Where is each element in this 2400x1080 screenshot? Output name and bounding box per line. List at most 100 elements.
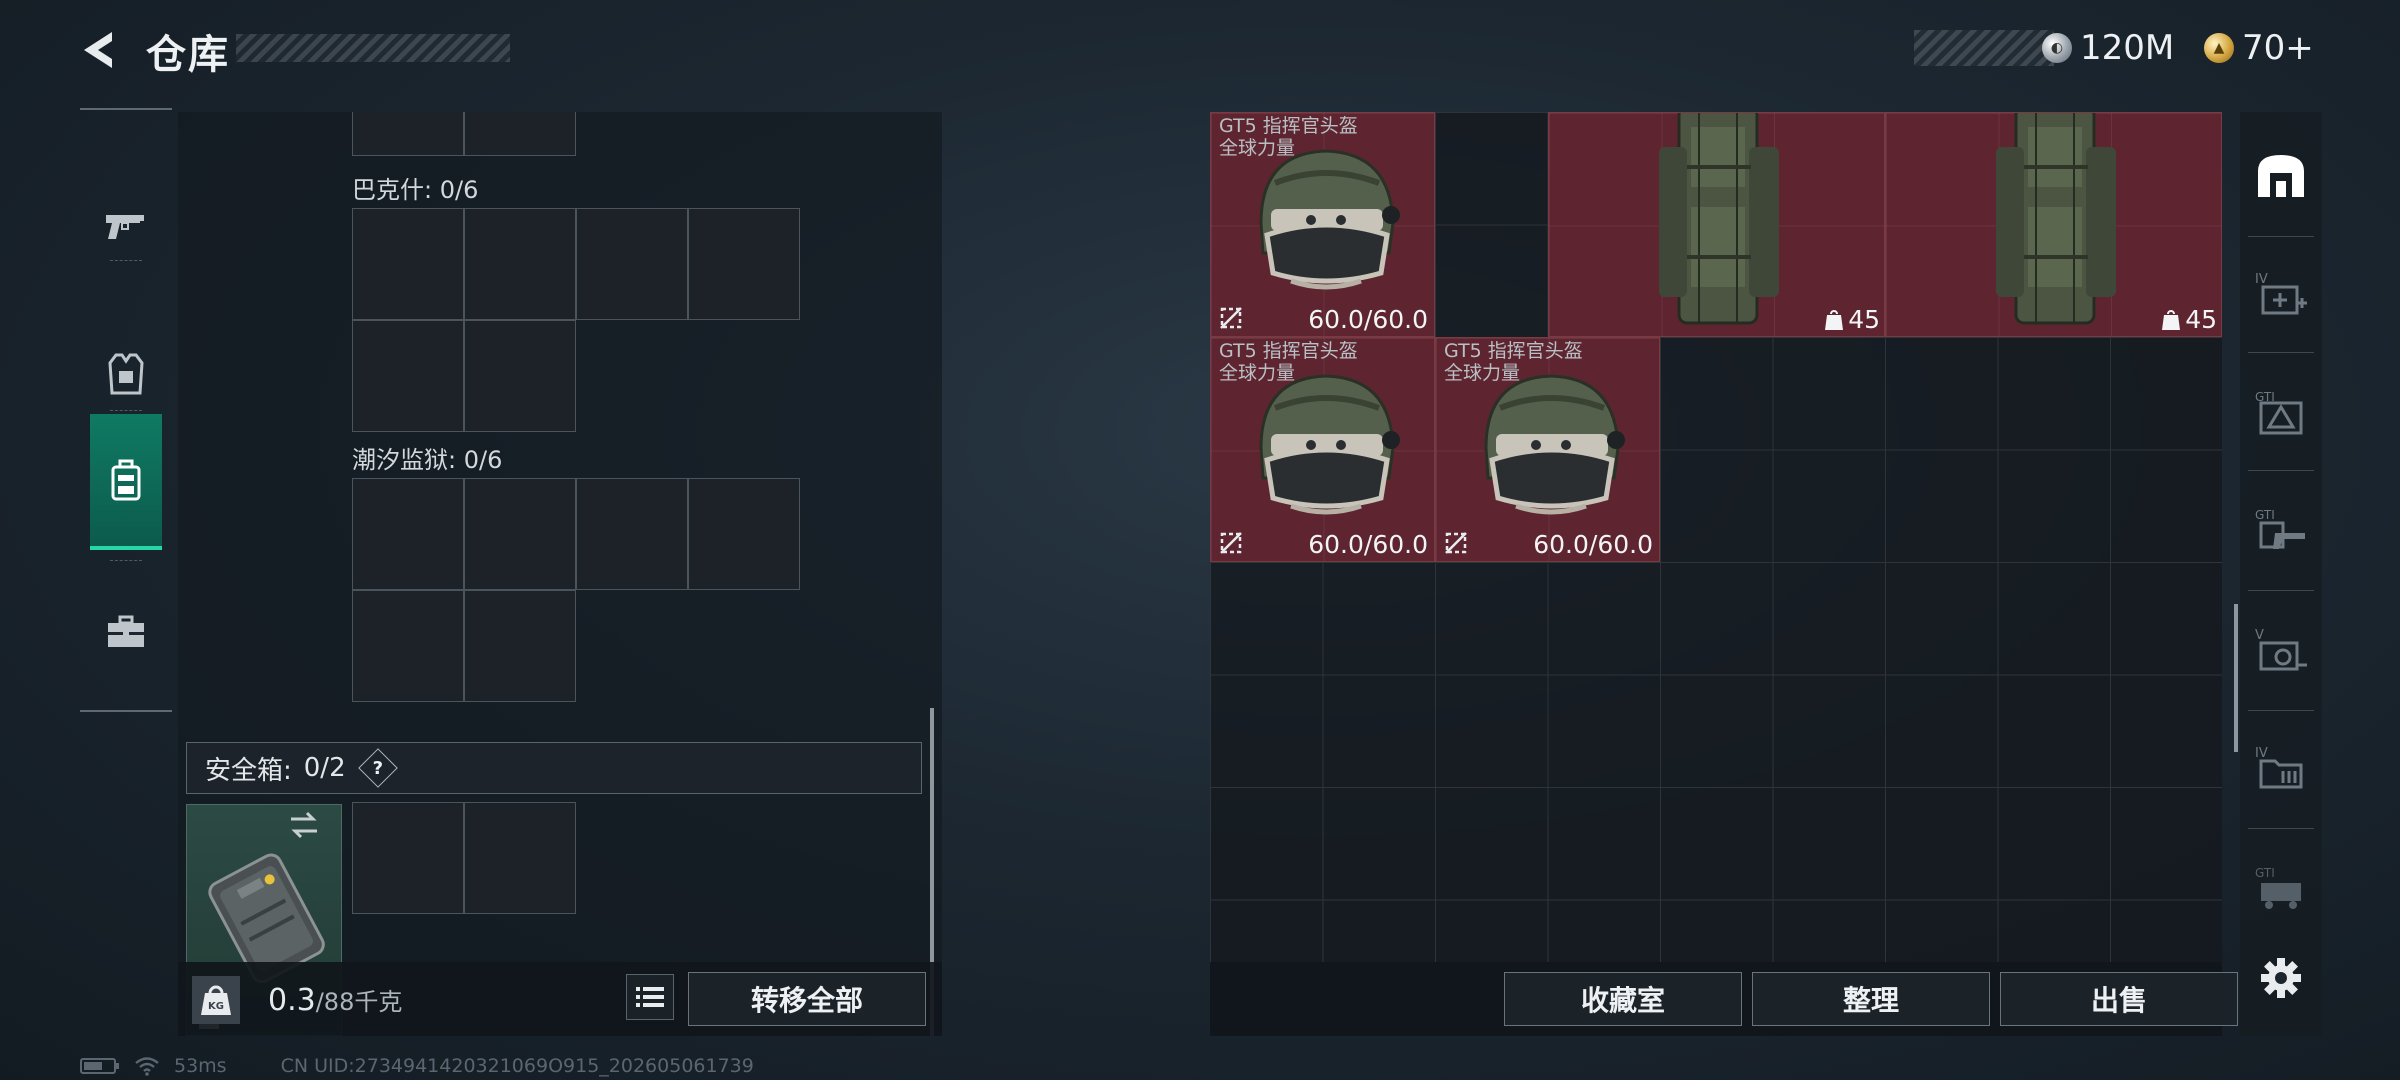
settings-button[interactable] <box>2240 922 2322 1034</box>
tab-main-warehouse[interactable] <box>2240 120 2322 232</box>
toolbox-icon <box>108 615 144 647</box>
gear-icon <box>2261 958 2301 998</box>
inventory-item-helmet[interactable]: GT5 指挥官头盔 全球力量 60.0/60.0 <box>1435 337 1660 562</box>
section-label-bakesh: 巴克什: 0/6 <box>352 176 479 204</box>
tab-storage-2[interactable]: IV <box>2240 238 2322 350</box>
storage-slot[interactable] <box>464 590 576 702</box>
weight-icon: KG <box>192 976 240 1024</box>
helmet-icon <box>1259 149 1400 290</box>
inventory-grid[interactable]: GT5 指挥官头盔 全球力量 60.0/60.0 45 45 GT5 指挥官头盔… <box>1210 112 2222 962</box>
ping-readout: 53ms <box>174 1055 227 1077</box>
safe-box-slot[interactable] <box>464 802 576 914</box>
rifle-tab-icon: GTI <box>2255 508 2305 549</box>
currency-silver[interactable]: ◐ 120M <box>2042 28 2175 68</box>
status-bar: 53ms CN UID:2734941420321069O915_2026050… <box>80 1054 754 1078</box>
storage-slot[interactable] <box>576 478 688 590</box>
back-button[interactable] <box>76 26 124 74</box>
no-repair-icon <box>1445 532 1467 554</box>
battery-icon <box>80 1058 119 1074</box>
rail-divider <box>110 560 142 561</box>
pistol-icon <box>106 215 144 239</box>
wifi-icon <box>135 1057 159 1076</box>
helmet-icon <box>1259 374 1400 515</box>
list-view-button[interactable] <box>626 974 674 1020</box>
item-capacity: 45 <box>1824 305 1880 334</box>
weight-current: 0.3 <box>268 983 316 1018</box>
item-subtitle: 全球力量 <box>1444 362 1521 384</box>
item-name: GT5 指挥官头盔 <box>1219 115 1358 137</box>
item-name: GT5 指挥官头盔 <box>1444 340 1583 362</box>
storage-slot[interactable] <box>688 208 800 320</box>
collection-button[interactable]: 收藏室 <box>1504 972 1742 1026</box>
storage-slot[interactable] <box>576 208 688 320</box>
svg-text:IV: IV <box>2255 272 2268 287</box>
uid-text: CN UID:2734941420321069O915_202605061739 <box>280 1055 754 1077</box>
storage-panel: 巴克什: 0/6 潮汐监狱: 0/6 安全箱: 0/2 ? <box>178 112 942 1036</box>
no-repair-icon <box>1220 307 1242 329</box>
item-subtitle: 全球力量 <box>1219 362 1296 384</box>
svg-text:GTI: GTI <box>2255 866 2275 880</box>
storage-slot[interactable] <box>464 112 576 156</box>
storage-footer: KG 0.3/88千克 转移全部 <box>178 962 942 1036</box>
swap-icon <box>291 811 317 839</box>
help-button[interactable]: ? <box>357 748 398 788</box>
storage-slot[interactable] <box>352 208 464 320</box>
vehicle-icon: GTI <box>2255 866 2301 909</box>
currency-bar: ◐ 120M ▲ 70+ <box>1914 28 2334 68</box>
safe-box-header: 安全箱: 0/2 ? <box>186 742 922 794</box>
storage-slot[interactable] <box>464 208 576 320</box>
tab-storage-4[interactable]: GTI <box>2240 474 2322 586</box>
safe-box-label: 安全箱: <box>205 755 292 786</box>
item-durability: 60.0/60.0 <box>1308 530 1428 559</box>
medkit-icon: IV <box>2255 272 2307 315</box>
storage-slot[interactable] <box>464 320 576 432</box>
item-capacity: 45 <box>2161 305 2217 334</box>
sell-button[interactable]: 出售 <box>2000 972 2238 1026</box>
capacity-icon <box>2162 309 2181 330</box>
rail-divider <box>110 410 142 411</box>
inventory-item-backpack[interactable]: 45 <box>1548 112 1885 337</box>
currency-gold[interactable]: ▲ 70+ <box>2204 28 2314 68</box>
backpack-icon <box>111 459 141 501</box>
vest-icon <box>108 353 144 395</box>
inventory-item-backpack[interactable]: 45 <box>1885 112 2222 337</box>
rail-scrollbar[interactable] <box>2234 604 2238 752</box>
weight-readout: 0.3/88千克 <box>268 982 402 1018</box>
silver-coin-icon: ◐ <box>2042 33 2072 63</box>
svg-text:GTI: GTI <box>2255 508 2275 522</box>
rail-divider <box>110 260 142 261</box>
storage-slot[interactable] <box>688 478 800 590</box>
item-durability: 60.0/60.0 <box>1308 305 1428 334</box>
tab-kits[interactable] <box>90 564 162 700</box>
capacity-icon <box>1825 309 1844 330</box>
inventory-item-helmet[interactable]: GT5 指挥官头盔 全球力量 60.0/60.0 <box>1210 112 1435 337</box>
storage-slot[interactable] <box>352 478 464 590</box>
item-name: GT5 指挥官头盔 <box>1219 340 1358 362</box>
gear-case-icon: V <box>2255 628 2307 671</box>
gold-coin-icon: ▲ <box>2204 33 2234 63</box>
tab-storage-3[interactable]: GTI <box>2240 356 2322 468</box>
organize-button[interactable]: 整理 <box>1752 972 1990 1026</box>
tab-weapons[interactable] <box>90 158 162 294</box>
warehouse-icon <box>2258 155 2304 197</box>
storage-slot[interactable] <box>352 112 464 156</box>
inventory-item-helmet[interactable]: GT5 指挥官头盔 全球力量 60.0/60.0 <box>1210 337 1435 562</box>
tab-storage-6[interactable]: IV <box>2240 712 2322 824</box>
safe-box-slot[interactable] <box>352 802 464 914</box>
back-arrow-icon <box>84 32 112 68</box>
storage-slot[interactable] <box>352 320 464 432</box>
storage-page-rail: IV GTI GTI V IV GTI <box>2240 112 2322 1036</box>
section-label-tidal-prison: 潮汐监狱: 0/6 <box>352 446 503 474</box>
tab-storage-5[interactable]: V <box>2240 594 2322 706</box>
list-icon <box>636 987 664 1007</box>
tab-containers[interactable] <box>90 414 162 550</box>
silver-amount: 120M <box>2080 28 2175 68</box>
svg-text:V: V <box>2255 628 2264 643</box>
svg-text:KG: KG <box>208 1001 224 1012</box>
transfer-all-button[interactable]: 转移全部 <box>688 972 926 1026</box>
storage-slot[interactable] <box>352 590 464 702</box>
warning-pack-icon: GTI <box>2255 390 2303 435</box>
backpack-item-icon <box>1996 113 2116 325</box>
storage-slot[interactable] <box>464 478 576 590</box>
weight-max: /88千克 <box>315 988 403 1016</box>
